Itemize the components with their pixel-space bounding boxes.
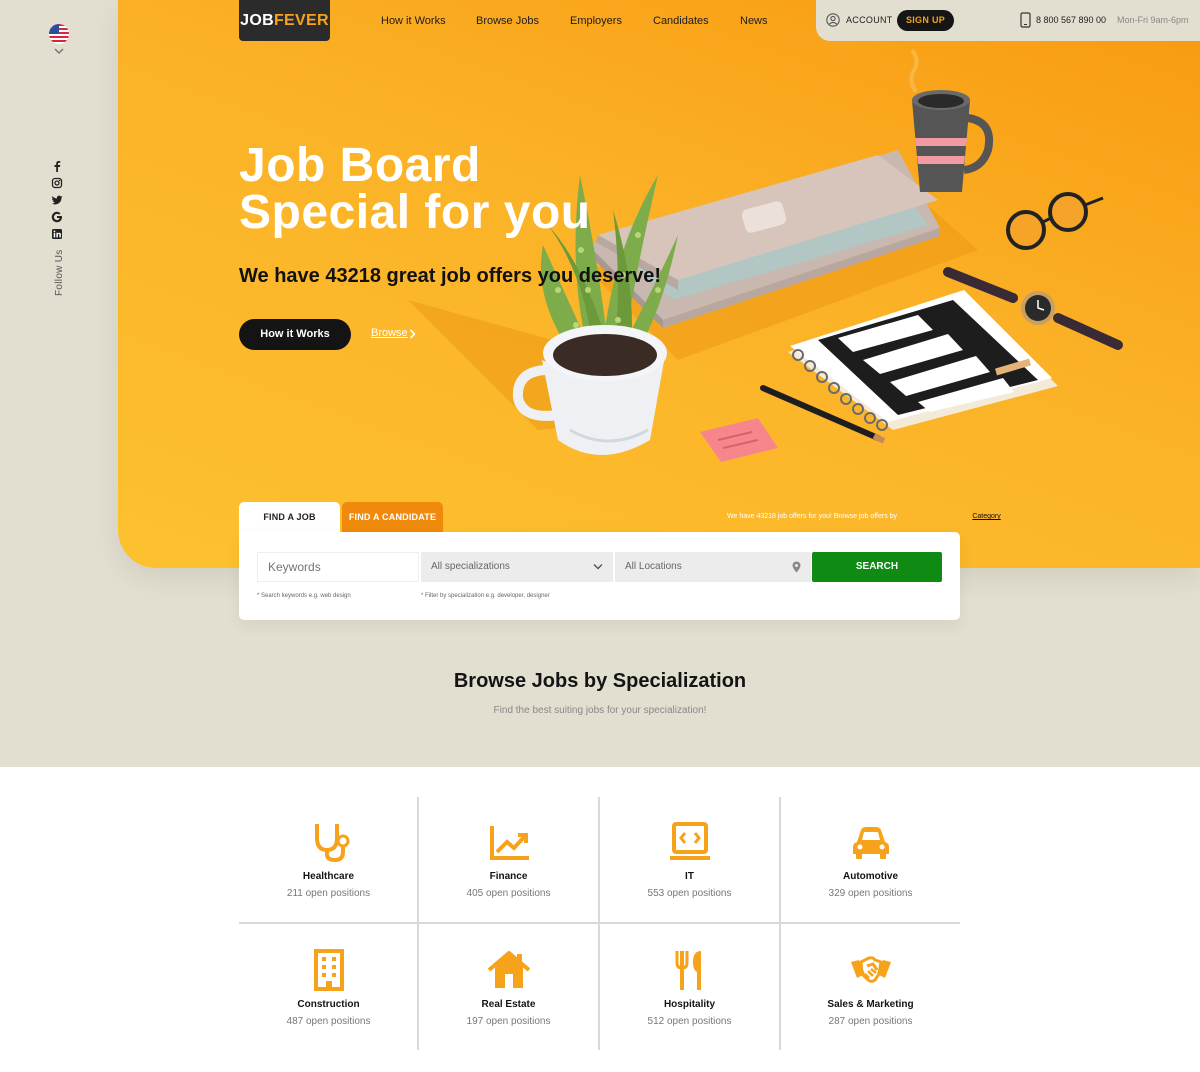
tab-find-a-job[interactable]: FIND A JOB [239,502,340,532]
category-name: Real Estate [481,999,536,1010]
nav-browse-jobs[interactable]: Browse Jobs [476,15,539,27]
nav-how-it-works[interactable]: How it Works [381,15,446,27]
category-name: Construction [297,999,360,1010]
browse-link[interactable]: Browse [371,327,408,339]
section-subtitle: Find the best suiting jobs for your spec… [493,705,707,716]
hero-subtitle: We have 43218 great job offers you deser… [239,265,662,287]
logo[interactable]: JOBFEVER [239,0,330,41]
specialization-hint: * Filter by specialization e.g. develope… [421,593,550,599]
category-name: Healthcare [302,871,355,882]
category-count: 405 open positions [466,888,551,899]
category-link[interactable]: Category [897,513,1076,520]
category-count: 553 open positions [647,888,732,899]
left-rail: Follow Us [0,0,118,767]
offers-note: We have 43218 job offers for you! Browse… [727,513,1001,520]
section-title: Browse Jobs by Specialization [453,670,747,692]
account-link[interactable]: ACCOUNT [846,15,893,25]
tab-find-a-candidate[interactable]: FIND A CANDIDATE [342,502,443,532]
keywords-input[interactable] [257,552,419,582]
grid-divider [239,922,960,924]
phone-icon [1020,12,1031,28]
sign-up-button[interactable]: SIGN UP [897,10,954,31]
nav-employers[interactable]: Employers [570,15,622,27]
category-count: 287 open positions [828,1016,913,1027]
category-automotive[interactable]: Automotive 329 open positions [781,820,960,899]
category-healthcare[interactable]: Healthcare 211 open positions [239,820,418,899]
category-count: 211 open positions [286,888,371,899]
category-name: IT [685,871,694,882]
nav-news[interactable]: News [740,15,768,27]
category-real-estate[interactable]: Real Estate 197 open positions [419,948,598,1027]
map-pin-icon [792,561,801,573]
hero-title: Job Board Special for you [239,139,591,239]
how-it-works-button[interactable]: How it Works [239,319,351,350]
keywords-hint: * Search keywords e.g. web design [257,593,351,599]
category-name: Sales & Marketing [827,999,914,1010]
fork-knife-icon [675,951,701,990]
facebook-icon[interactable] [51,160,63,172]
google-icon[interactable] [51,211,63,223]
category-count: 197 open positions [466,1016,551,1027]
instagram-icon[interactable] [51,177,63,189]
category-it[interactable]: IT 553 open positions [600,820,779,899]
follow-us-label: Follow Us [54,249,65,296]
phone-number: 8 800 567 890 00 [1036,15,1107,25]
category-sales-marketing[interactable]: Sales & Marketing 287 open positions [781,948,960,1027]
category-count: 512 open positions [647,1016,732,1027]
category-name: Finance [489,871,528,882]
chart-icon [489,826,529,860]
location-select[interactable]: All Locations [615,552,811,582]
twitter-icon[interactable] [51,194,63,206]
chevron-down-icon[interactable] [53,46,65,56]
specialization-select[interactable]: All specializations [421,552,613,582]
chevron-right-icon [409,329,416,339]
category-construction[interactable]: Construction 487 open positions [239,948,418,1027]
nav-candidates[interactable]: Candidates [653,15,709,27]
category-finance[interactable]: Finance 405 open positions [419,820,598,899]
chevron-down-icon [593,564,603,570]
stethoscope-icon [314,824,349,863]
business-hours: Mon-Fri 9am-6pm [1117,15,1189,25]
car-icon [852,827,889,859]
us-flag-icon[interactable] [49,24,69,44]
handshake-icon [850,956,891,983]
category-name: Hospitality [663,999,716,1010]
search-button[interactable]: SEARCH [812,552,942,582]
building-icon [313,949,344,991]
category-count: 329 open positions [828,888,913,899]
user-icon[interactable] [826,13,840,27]
linkedin-icon[interactable] [51,228,63,240]
category-name: Automotive [843,871,898,882]
category-hospitality[interactable]: Hospitality 512 open positions [600,948,779,1027]
category-count: 487 open positions [286,1016,371,1027]
laptop-code-icon [669,822,710,860]
house-icon [487,951,530,988]
